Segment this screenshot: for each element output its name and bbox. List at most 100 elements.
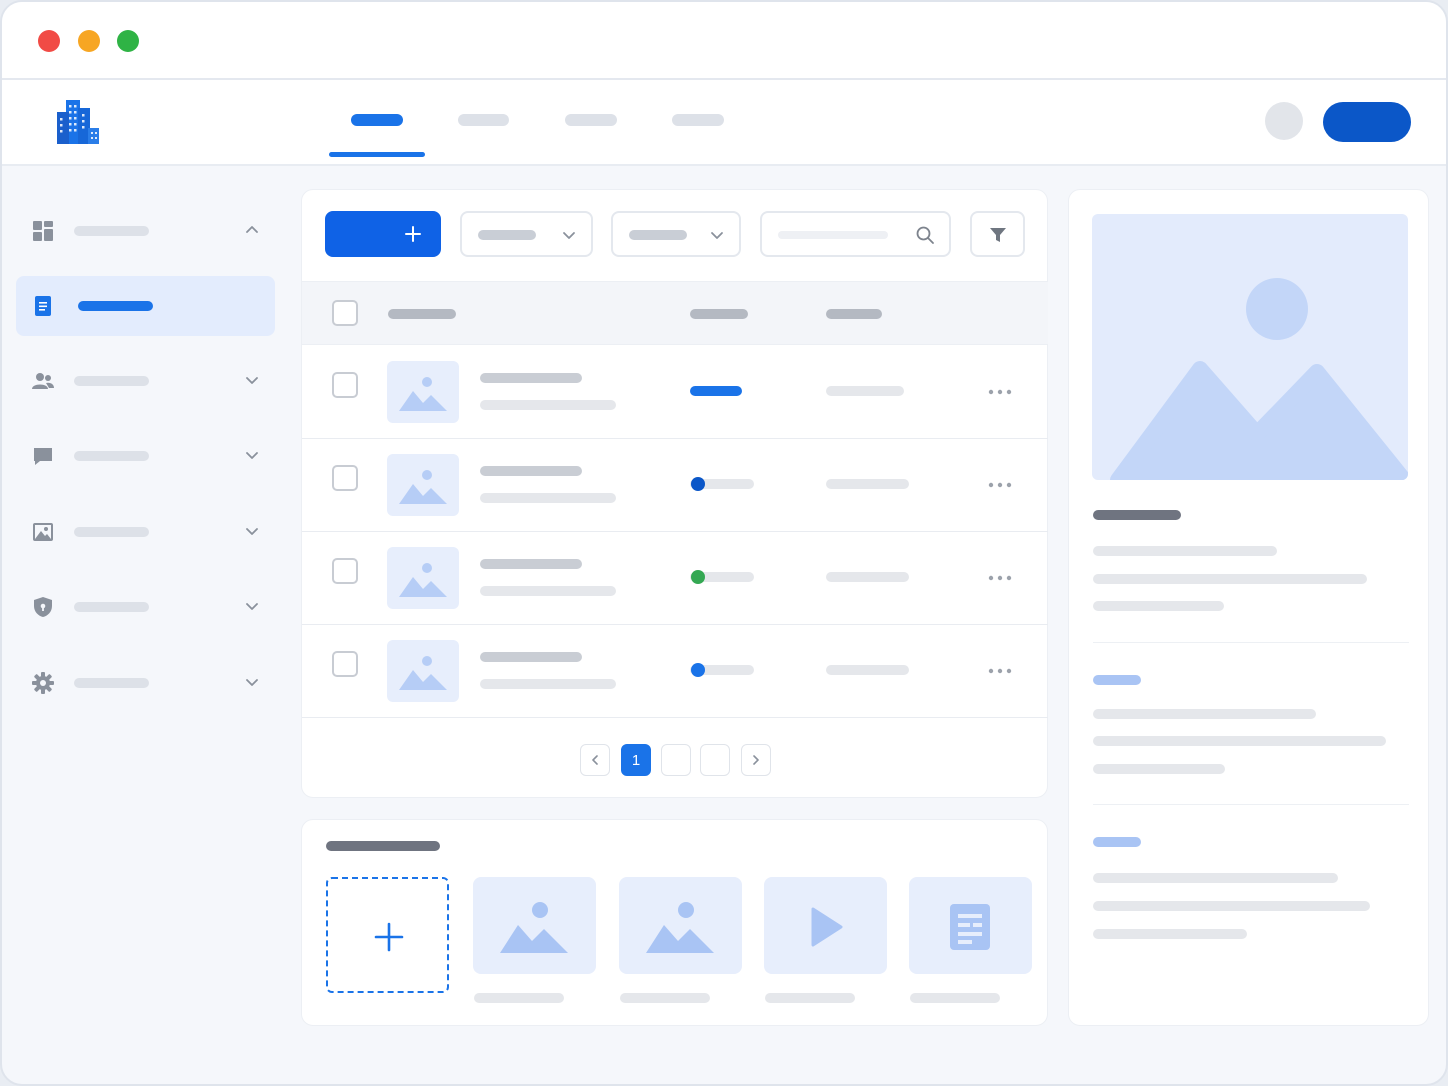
row-checkbox[interactable] [332,465,358,491]
preview-image[interactable] [1092,214,1408,480]
row-title [480,373,582,383]
sidebar-item-media[interactable] [16,502,275,562]
sidebar-item-label [74,527,149,537]
dashboard-icon [33,221,53,241]
app-window: 1 [0,0,1448,1086]
tab-2[interactable] [458,114,509,126]
sidebar-item-security[interactable] [16,577,275,637]
row-title [480,466,582,476]
divider [1093,642,1409,643]
next-page-button[interactable] [741,744,771,776]
maximize-window-button[interactable] [117,30,139,52]
sidebar-item-settings[interactable] [16,653,275,713]
filter-select-1[interactable] [460,211,593,257]
image-icon [399,377,447,411]
add-item-button[interactable] [325,211,441,257]
row-date [826,665,909,675]
detail-panel [1068,189,1429,1026]
row-subtitle [480,493,616,503]
sidebar-item-label [74,226,149,236]
media-tile-video[interactable] [764,877,887,974]
column-header-status[interactable] [690,309,748,319]
page-number: 1 [631,751,641,769]
media-caption [910,993,1000,1003]
row-checkbox[interactable] [332,372,358,398]
items-table-card [301,189,1048,798]
table-row[interactable] [302,346,1048,439]
row-thumbnail [387,640,459,702]
row-date [826,479,909,489]
chevron-right-icon [753,755,759,765]
row-date [826,572,909,582]
search-input[interactable] [760,211,951,257]
more-options-icon[interactable] [987,475,1013,495]
sidebar-item-documents[interactable] [16,276,275,336]
row-checkbox[interactable] [332,651,358,677]
avatar[interactable] [1265,102,1303,140]
page-button-3[interactable] [700,744,730,776]
minimize-window-button[interactable] [78,30,100,52]
row-thumbnail [387,361,459,423]
more-options-icon[interactable] [987,382,1013,402]
select-all-checkbox[interactable] [332,300,358,326]
row-date [826,386,904,396]
plus-icon [405,226,421,242]
chevron-down-icon [563,232,575,239]
column-header-name[interactable] [388,309,456,319]
chat-icon [34,448,52,465]
detail-text-line [1093,546,1277,556]
upload-tile[interactable] [326,877,449,993]
more-options-icon[interactable] [987,661,1013,681]
row-thumbnail [387,547,459,609]
more-options-icon[interactable] [987,568,1013,588]
chevron-down-icon[interactable] [244,523,260,539]
tab-3[interactable] [565,114,617,126]
column-header-date[interactable] [826,309,882,319]
image-icon [33,523,53,541]
page-button-1[interactable]: 1 [621,744,651,776]
filter-select-2[interactable] [611,211,741,257]
building-icon[interactable] [54,98,102,146]
media-tile-image[interactable] [619,877,742,974]
search-icon[interactable] [915,225,935,245]
sidebar-item-users[interactable] [16,351,275,411]
sidebar-item-label [74,678,149,688]
tab-1[interactable] [351,114,403,126]
detail-text-line [1093,873,1338,883]
status-indicator [690,386,742,396]
divider [1093,804,1409,805]
sidebar-item-dashboard[interactable] [16,201,275,261]
image-icon [399,563,447,597]
media-tile-image[interactable] [473,877,596,974]
top-navigation [2,80,1446,166]
row-checkbox[interactable] [332,558,358,584]
sidebar-item-label [78,301,153,311]
table-row[interactable] [302,439,1048,532]
sidebar-item-messages[interactable] [16,426,275,486]
detail-text-line [1093,736,1386,746]
status-dot [691,570,705,584]
filter-button[interactable] [970,211,1025,257]
chevron-down-icon[interactable] [244,447,260,463]
chevron-down-icon[interactable] [244,598,260,614]
media-tile-document[interactable] [909,877,1032,974]
detail-text-line [1093,929,1247,939]
primary-action-button[interactable] [1323,102,1411,142]
row-title [480,652,582,662]
chevron-down-icon[interactable] [244,372,260,388]
table-row[interactable] [302,532,1048,625]
table-row[interactable] [302,625,1048,718]
page-button-2[interactable] [661,744,691,776]
prev-page-button[interactable] [580,744,610,776]
chevron-up-icon[interactable] [244,222,260,238]
active-tab-indicator [329,152,425,157]
chevron-down-icon[interactable] [244,674,260,690]
document-icon [950,904,990,950]
media-caption [474,993,564,1003]
close-window-button[interactable] [38,30,60,52]
row-subtitle [480,400,616,410]
tab-4[interactable] [672,114,724,126]
row-subtitle [480,679,616,689]
image-icon [399,656,447,690]
chevron-down-icon [711,232,723,239]
